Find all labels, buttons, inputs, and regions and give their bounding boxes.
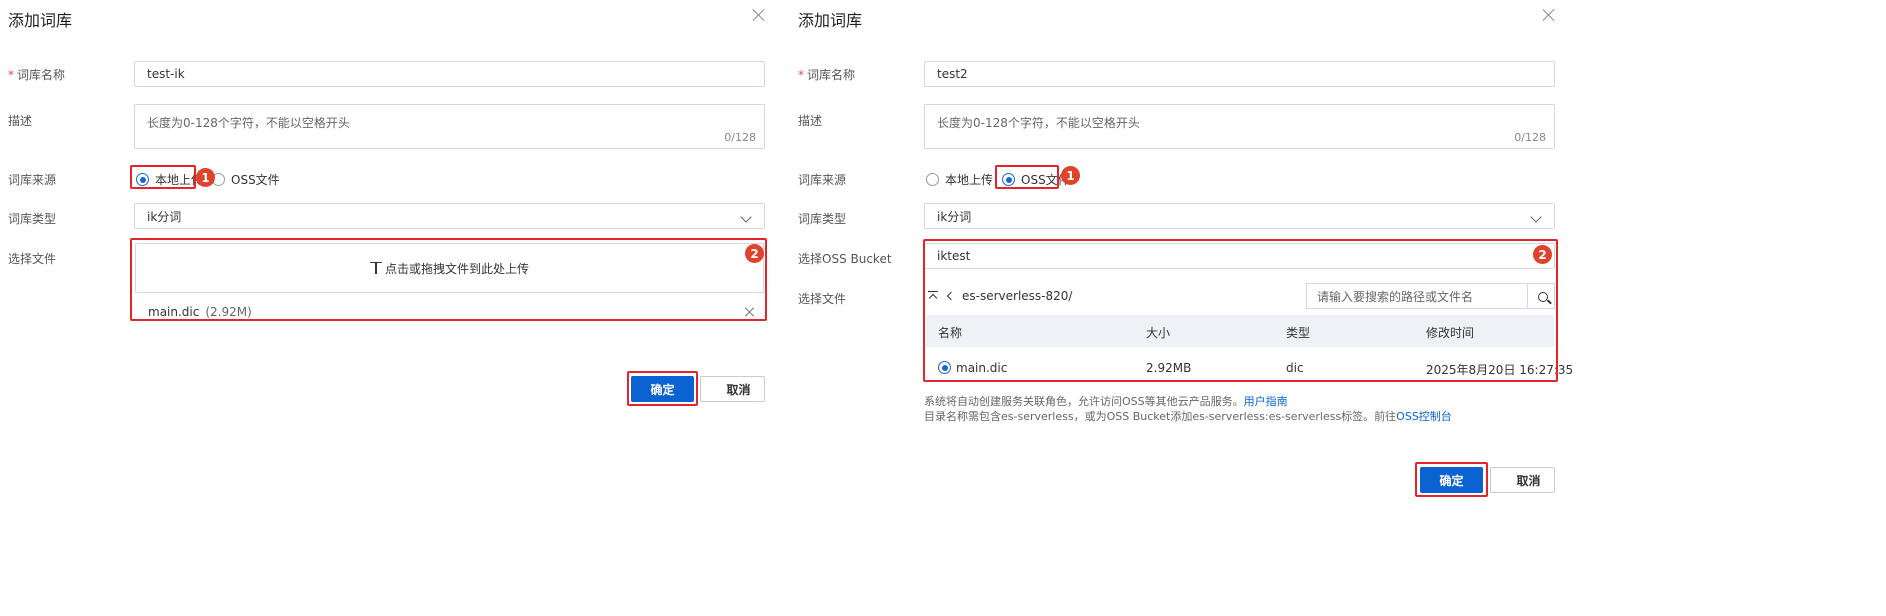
char-counter: 0/128 — [724, 131, 756, 144]
name-label: * 词库名称 — [8, 68, 66, 82]
cancel-button[interactable]: 取消 — [1490, 467, 1555, 493]
annotation-badge-1: 1 — [1061, 166, 1080, 185]
confirm-button[interactable]: 确定 — [1420, 467, 1483, 493]
chevron-down-icon — [740, 211, 752, 223]
bucket-label: 选择OSS Bucket — [798, 252, 892, 266]
source-radio-local[interactable]: 本地上传 — [926, 171, 993, 188]
desc-textarea[interactable]: 长度为0-128个字符，不能以空格开头 0/128 — [134, 104, 765, 149]
desc-label: 描述 — [8, 114, 33, 128]
note-service-role: 系统将自动创建服务关联角色，允许访问OSS等其他云产品服务。用户指南 — [924, 395, 1288, 408]
note-directory: 目录名称需包含es-serverless，或为OSS Bucket添加es-se… — [924, 410, 1452, 423]
name-input[interactable]: test-ik — [134, 61, 765, 87]
annotation-box-2 — [923, 239, 1558, 382]
cancel-button[interactable]: 取消 — [700, 376, 765, 402]
type-select[interactable]: ik分词 — [924, 203, 1555, 229]
annotation-box-1 — [995, 165, 1059, 189]
source-radio-oss[interactable]: OSS文件 — [212, 171, 280, 188]
name-label: * 词库名称 — [798, 68, 856, 82]
close-icon[interactable] — [1542, 8, 1556, 22]
radio-unchecked-icon — [926, 173, 939, 186]
chevron-down-icon — [1530, 211, 1542, 223]
char-counter: 0/128 — [1514, 131, 1546, 144]
desc-label: 描述 — [798, 114, 823, 128]
type-select[interactable]: ik分词 — [134, 203, 765, 229]
left-dialog: 添加词库 * 词库名称 test-ik 描述 长度为0-128个字符，不能以空格开… — [0, 0, 780, 616]
annotation-badge-2: 2 — [1533, 245, 1552, 264]
source-label: 词库来源 — [8, 173, 57, 187]
oss-console-link[interactable]: OSS控制台 — [1396, 410, 1452, 423]
annotation-box-2 — [130, 238, 767, 321]
user-guide-link[interactable]: 用户指南 — [1244, 395, 1288, 408]
file-label: 选择文件 — [798, 292, 847, 306]
annotation-badge-2: 2 — [745, 244, 764, 263]
annotation-badge-1: 1 — [196, 168, 215, 187]
annotation-box-1 — [130, 165, 196, 189]
dialog-title: 添加词库 — [8, 11, 73, 30]
desc-textarea[interactable]: 长度为0-128个字符，不能以空格开头 0/128 — [924, 104, 1555, 149]
confirm-button[interactable]: 确定 — [631, 376, 694, 402]
close-icon[interactable] — [752, 8, 766, 22]
type-label: 词库类型 — [8, 212, 57, 226]
dialog-title: 添加词库 — [798, 11, 863, 30]
right-dialog: 添加词库 * 词库名称 test2 描述 长度为0-128个字符，不能以空格开头 … — [790, 0, 1886, 616]
source-label: 词库来源 — [798, 173, 847, 187]
type-label: 词库类型 — [798, 212, 847, 226]
file-label: 选择文件 — [8, 252, 57, 266]
name-input[interactable]: test2 — [924, 61, 1555, 87]
